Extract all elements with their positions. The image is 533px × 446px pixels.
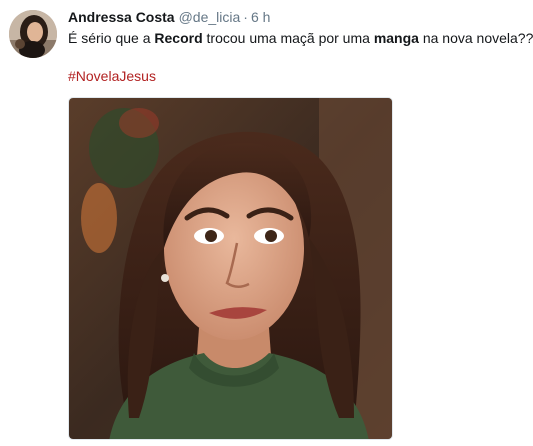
tweet-content: Andressa Costa @de_licia · 6 h É sério que … [68,8,533,86]
avatar-image [9,10,57,58]
header-separator: · [243,9,248,25]
tweet-media-photo[interactable] [68,97,393,440]
tweet-text: É sério que a Record trocou uma maçã por… [68,29,533,48]
author-handle[interactable]: @de_licia [179,9,241,25]
tweet-timestamp[interactable]: 6 h [251,9,270,25]
tweet-text-part: É sério que a [68,30,155,46]
tweet-text-bold: manga [373,30,419,46]
tweet-card: Andressa Costa @de_licia · 6 h É sério que … [0,0,533,446]
tweet-text-bold: Record [154,30,203,46]
tweet-text-part: na nova novela?? [418,30,533,46]
author-name[interactable]: Andressa Costa [68,9,175,25]
tweet-text-part: trocou uma maçã por uma [202,30,374,46]
avatar[interactable] [9,10,57,58]
tweet-header: Andressa Costa @de_licia · 6 h [68,8,528,26]
hashtag-link[interactable]: #NovelaJesus [68,67,156,86]
photo-woman-reaction [69,98,392,439]
